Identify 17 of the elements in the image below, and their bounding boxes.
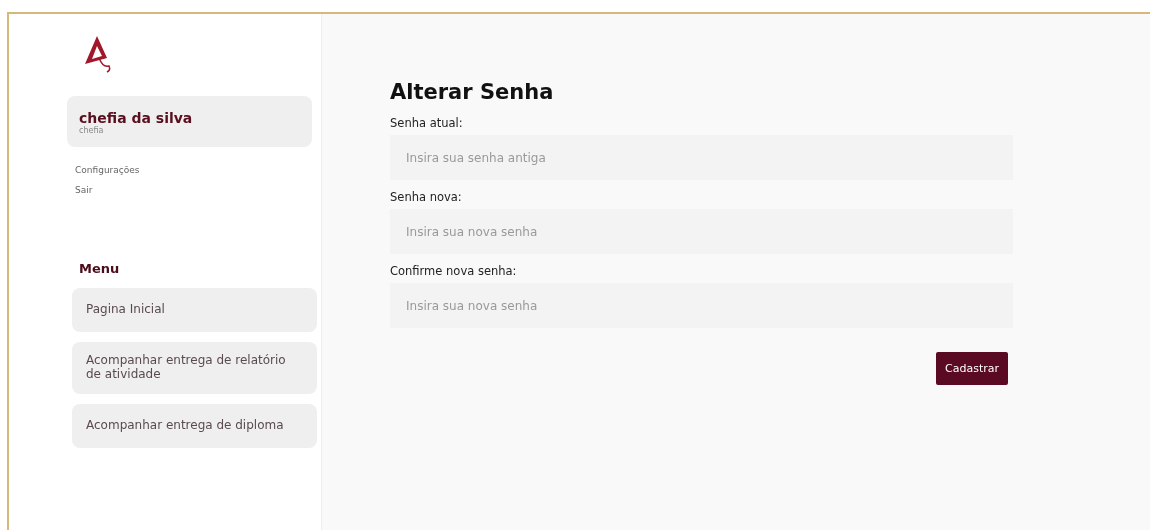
logo-icon [83,34,113,74]
field-label: Senha nova: [390,190,463,204]
password-field[interactable]: Insira sua nova senha [390,283,1013,328]
password-field[interactable]: Insira sua nova senha [390,209,1013,254]
field-label: Senha atual: [390,116,464,130]
menu-item[interactable]: Pagina Inicial [72,288,317,332]
password-field[interactable]: Insira sua senha antiga [390,135,1013,180]
field-label: Confirme nova senha: [390,264,518,278]
account-link[interactable]: Configurações [75,165,316,175]
user-name: chefia da silva [79,110,194,126]
page-title: Alterar Senha [390,80,555,104]
menu-item[interactable]: Acompanhar entrega de diploma [72,403,317,448]
menu-item[interactable]: Acompanhar entrega de relatório de atividade [72,342,317,394]
user-role: chefia [79,126,105,135]
submit-button[interactable]: Cadastrar [936,352,1008,385]
account-link[interactable]: Sair [75,185,316,195]
menu-title: Menu [79,261,121,276]
